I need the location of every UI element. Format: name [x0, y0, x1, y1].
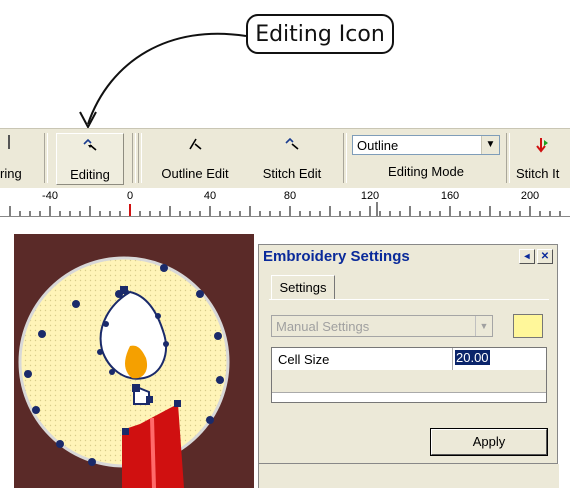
ruler-label: -40: [42, 190, 58, 202]
editing-label: Editing: [70, 167, 110, 182]
cell-size-input[interactable]: 20.00: [452, 348, 546, 370]
toolbar-separator: [44, 133, 48, 183]
chevron-down-icon[interactable]: ▼: [481, 136, 499, 154]
tab-settings[interactable]: Settings: [271, 275, 335, 299]
chevron-down-icon[interactable]: ▼: [475, 316, 492, 336]
toolbar-separator: [138, 133, 142, 183]
horizontal-ruler: -40 0 40 80 120 160 200: [0, 188, 570, 217]
stitch-edit-icon: [285, 137, 299, 150]
ruler-label: 80: [283, 190, 297, 202]
grid-row-empty: [272, 370, 546, 393]
color-swatch[interactable]: [513, 314, 543, 338]
embroidery-design: [18, 256, 230, 488]
grid-row: Cell Size 20.00: [272, 348, 546, 371]
settings-grid: Cell Size 20.00: [271, 347, 547, 403]
candle-highlight: [150, 417, 156, 488]
cell-size-value: 20.00: [455, 350, 490, 365]
preset-select[interactable]: Manual Settings ▼: [271, 315, 493, 337]
stitch-it-icon: [536, 138, 548, 153]
stitch-it-label: Stitch It: [516, 166, 560, 181]
apply-button[interactable]: Apply: [430, 428, 548, 456]
tab-panel-border: [269, 299, 549, 300]
outline-edit-button[interactable]: Outline Edit: [146, 133, 244, 183]
toolbar-button-partial[interactable]: ring: [0, 133, 44, 183]
editing-button[interactable]: Editing: [56, 133, 124, 185]
ruler-label: 200: [520, 190, 540, 202]
editing-icon: [83, 138, 97, 151]
panel-area: [258, 464, 559, 488]
dialog-title-bar[interactable]: Embroidery Settings ◂ ✕: [259, 245, 557, 267]
toolbar-separator: [132, 133, 136, 183]
pin-icon[interactable]: ◂: [519, 249, 535, 264]
editing-mode-select[interactable]: Outline ▼: [352, 135, 500, 155]
ruler-label: 0: [126, 190, 134, 202]
stitch-edit-label: Stitch Edit: [262, 166, 322, 181]
ruler-ticks: [9, 202, 561, 216]
toolbar: ring Editing Outline Edit Stitch Edit Ou…: [0, 128, 570, 189]
editing-mode-value: Outline: [357, 138, 399, 153]
partial-label: ring: [0, 166, 22, 181]
outline-edit-icon: [189, 138, 202, 150]
stitch-it-button[interactable]: Stitch It: [512, 133, 570, 183]
ruler-label: 160: [440, 190, 460, 202]
cell-size-label: Cell Size: [278, 352, 330, 367]
embroidery-settings-dialog: Embroidery Settings ◂ ✕ Settings Manual …: [258, 244, 558, 464]
stitch-edit-button[interactable]: Stitch Edit: [250, 133, 334, 183]
editing-mode-label: Editing Mode: [388, 164, 464, 179]
design-canvas[interactable]: [14, 234, 254, 488]
editing-mode-caption: Editing Mode: [352, 159, 500, 181]
ruler-label: 120: [360, 190, 380, 202]
partial-icon: [8, 135, 10, 149]
dialog-title: Embroidery Settings: [263, 248, 410, 265]
preset-value: Manual Settings: [276, 319, 370, 334]
callout-text: Editing Icon: [255, 21, 385, 47]
toolbar-separator: [343, 133, 347, 183]
editing-icon-callout: Editing Icon: [246, 14, 394, 54]
close-icon[interactable]: ✕: [537, 249, 553, 264]
toolbar-separator: [506, 133, 510, 183]
outline-edit-label: Outline Edit: [161, 166, 229, 181]
ruler-label: 40: [203, 190, 217, 202]
